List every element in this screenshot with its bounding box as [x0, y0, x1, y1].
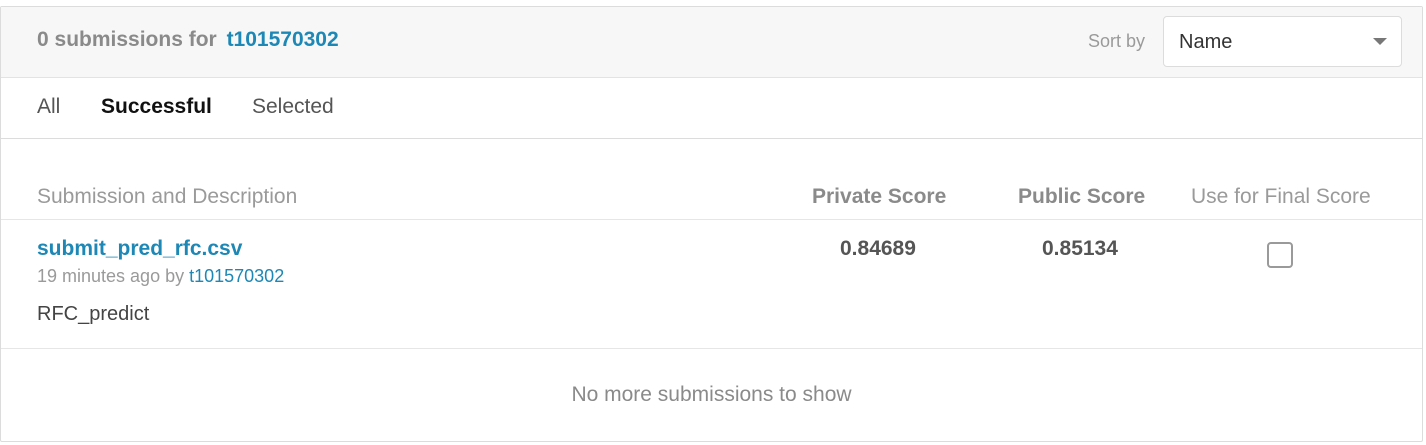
- submission-meta: 19 minutes ago by t101570302: [37, 266, 284, 287]
- tab-successful[interactable]: Successful: [101, 95, 212, 119]
- submission-file-link[interactable]: submit_pred_rfc.csv: [37, 237, 242, 261]
- public-score-value: 0.85134: [1042, 237, 1118, 260]
- column-header-private-score: Private Score: [812, 185, 947, 208]
- submissions-panel: 0 submissions for t101570302 Sort by Nam…: [0, 6, 1423, 442]
- sort-by-label: Sort by: [1088, 31, 1146, 51]
- header-row-divider: [1, 219, 1422, 220]
- sort-by-select[interactable]: Name: [1163, 16, 1402, 67]
- submission-time: 19 minutes ago by: [37, 266, 185, 286]
- private-score-value: 0.84689: [840, 237, 916, 260]
- column-header-use-for-final: Use for Final Score: [1191, 185, 1371, 208]
- column-header-public-score: Public Score: [1018, 185, 1146, 208]
- use-for-final-checkbox[interactable]: [1267, 242, 1293, 268]
- header-username-link[interactable]: t101570302: [227, 28, 339, 51]
- no-more-submissions-message: No more submissions to show: [571, 383, 852, 406]
- tab-selected[interactable]: Selected: [252, 95, 334, 119]
- sort-by-value: Name: [1179, 31, 1233, 53]
- submissions-count-text: 0 submissions for: [37, 28, 217, 51]
- tab-all[interactable]: All: [37, 95, 60, 119]
- submission-user-link[interactable]: t101570302: [189, 266, 284, 286]
- submissions-header: 0 submissions for t101570302 Sort by Nam…: [1, 7, 1422, 78]
- row-divider: [1, 348, 1422, 349]
- chevron-down-icon: [1373, 38, 1387, 45]
- submission-description: RFC_predict: [37, 303, 150, 325]
- submission-filter-tabs: All Successful Selected: [1, 77, 1422, 139]
- column-header-submission: Submission and Description: [37, 185, 298, 208]
- submissions-count-title: 0 submissions for t101570302: [37, 28, 339, 52]
